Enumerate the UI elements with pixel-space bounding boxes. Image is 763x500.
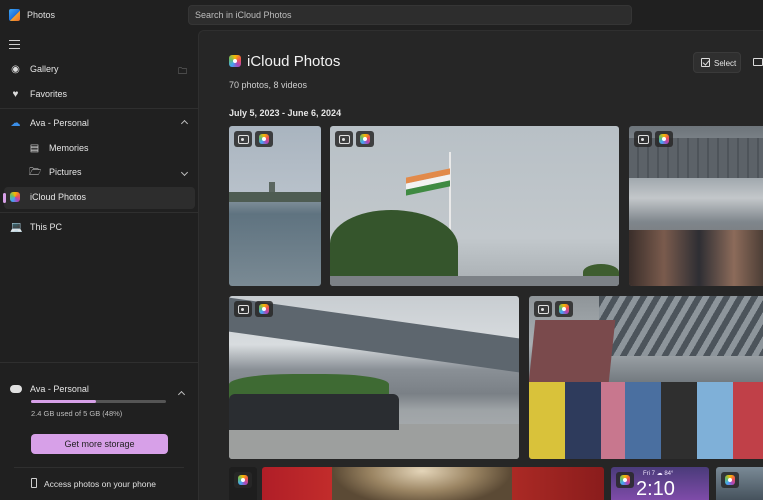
title-bar: Photos (0, 0, 763, 30)
lock-screen-date: Fri 7 ☁ 84° (643, 471, 674, 477)
lock-screen-time: 2:10 (636, 478, 675, 500)
select-button-label: Select (714, 59, 737, 68)
sidebar-item-label: Memories (49, 143, 89, 153)
photo-count: 70 photos, 8 videos (229, 80, 308, 90)
icloud-badge-icon (721, 472, 739, 488)
camera-badge-icon (234, 301, 252, 317)
icloud-badge-icon (255, 131, 273, 147)
sidebar-item-label: iCloud Photos (30, 192, 87, 202)
photo-thumbnail[interactable] (229, 126, 321, 286)
storage-account: Ava - Personal (30, 384, 89, 394)
icloud-photos-icon (229, 55, 241, 67)
icloud-badge-icon (234, 472, 252, 488)
gallery-icon: ◉ (11, 64, 20, 75)
sidebar-item-ava-personal[interactable]: ☁ Ava - Personal (4, 113, 195, 135)
folder-icon: 🗁 (29, 167, 42, 178)
get-more-storage-button[interactable]: Get more storage (31, 434, 168, 454)
chevron-down-icon[interactable] (180, 167, 189, 177)
icloud-badge-icon (655, 131, 673, 147)
icloud-badge-icon (255, 301, 273, 317)
icloud-badge-icon (555, 301, 573, 317)
page-title: iCloud Photos (247, 53, 341, 70)
camera-badge-icon (335, 131, 353, 147)
main-content: iCloud Photos 70 photos, 8 videos Select… (198, 30, 763, 500)
select-icon (701, 58, 710, 67)
date-range-heading: July 5, 2023 - June 6, 2024 (229, 108, 342, 118)
photo-thumbnail[interactable] (262, 467, 604, 500)
photos-app-icon (9, 9, 20, 21)
sidebar-item-label: Ava - Personal (30, 118, 89, 128)
access-phone-link[interactable]: Access photos on your phone (44, 479, 156, 489)
add-folder-icon[interactable]: 🗀 (178, 64, 187, 80)
app-title: Photos (27, 10, 56, 20)
memories-icon: ▤ (29, 143, 40, 154)
photo-thumbnail[interactable] (229, 296, 519, 459)
phone-icon (31, 478, 37, 488)
sidebar-divider (0, 108, 198, 109)
icloud-badge-icon (356, 131, 374, 147)
storage-panel: Ava - Personal 2.4 GB used of 5 GB (48%)… (0, 362, 198, 500)
sidebar-item-gallery[interactable]: ◉ Gallery 🗀 (4, 59, 195, 81)
photo-thumbnail[interactable] (229, 467, 257, 500)
cloud-icon: ☁ (10, 118, 21, 129)
heart-icon: ♥ (12, 89, 19, 100)
sidebar-item-label: Favorites (30, 89, 68, 99)
cloud-icon (10, 385, 22, 393)
storage-used-text: 2.4 GB used of 5 GB (48%) (31, 409, 123, 418)
photo-thumbnail[interactable] (629, 126, 763, 286)
sidebar-item-icloud-photos[interactable]: iCloud Photos (3, 187, 195, 209)
storage-divider (14, 467, 184, 468)
chevron-up-icon[interactable] (180, 118, 189, 128)
photo-thumbnail[interactable]: Fri 7 ☁ 84° 2:10 (611, 467, 709, 500)
camera-badge-icon (634, 131, 652, 147)
search-box[interactable] (188, 5, 632, 25)
select-button[interactable]: Select (693, 52, 741, 73)
camera-badge-icon (234, 131, 252, 147)
pc-icon: 💻 (10, 222, 23, 233)
camera-badge-icon (534, 301, 552, 317)
storage-bar (31, 400, 166, 403)
sidebar-item-this-pc[interactable]: 💻 This PC (4, 217, 195, 239)
sidebar-item-label: Gallery (30, 64, 59, 74)
search-input[interactable] (189, 6, 631, 24)
slideshow-button[interactable] (751, 52, 763, 73)
photo-thumbnail[interactable] (330, 126, 619, 286)
slideshow-icon (753, 58, 763, 66)
sidebar-item-favorites[interactable]: ♥ Favorites (4, 84, 195, 106)
sidebar: ◉ Gallery 🗀 ♥ Favorites ☁ Ava - Personal… (0, 30, 198, 500)
sidebar-item-label: Pictures (49, 167, 82, 177)
sidebar-item-memories[interactable]: ▤ Memories (4, 138, 195, 160)
hamburger-menu-icon[interactable] (9, 40, 20, 49)
icloud-badge-icon (616, 472, 634, 488)
storage-bar-fill (31, 400, 96, 403)
icloud-photos-icon (10, 192, 21, 203)
sidebar-divider (0, 212, 198, 213)
chevron-up-icon[interactable] (177, 386, 186, 400)
sidebar-item-label: This PC (30, 222, 63, 232)
sidebar-item-pictures[interactable]: 🗁 Pictures (4, 162, 195, 184)
photo-thumbnail[interactable] (529, 296, 763, 459)
photo-thumbnail[interactable] (716, 467, 763, 500)
